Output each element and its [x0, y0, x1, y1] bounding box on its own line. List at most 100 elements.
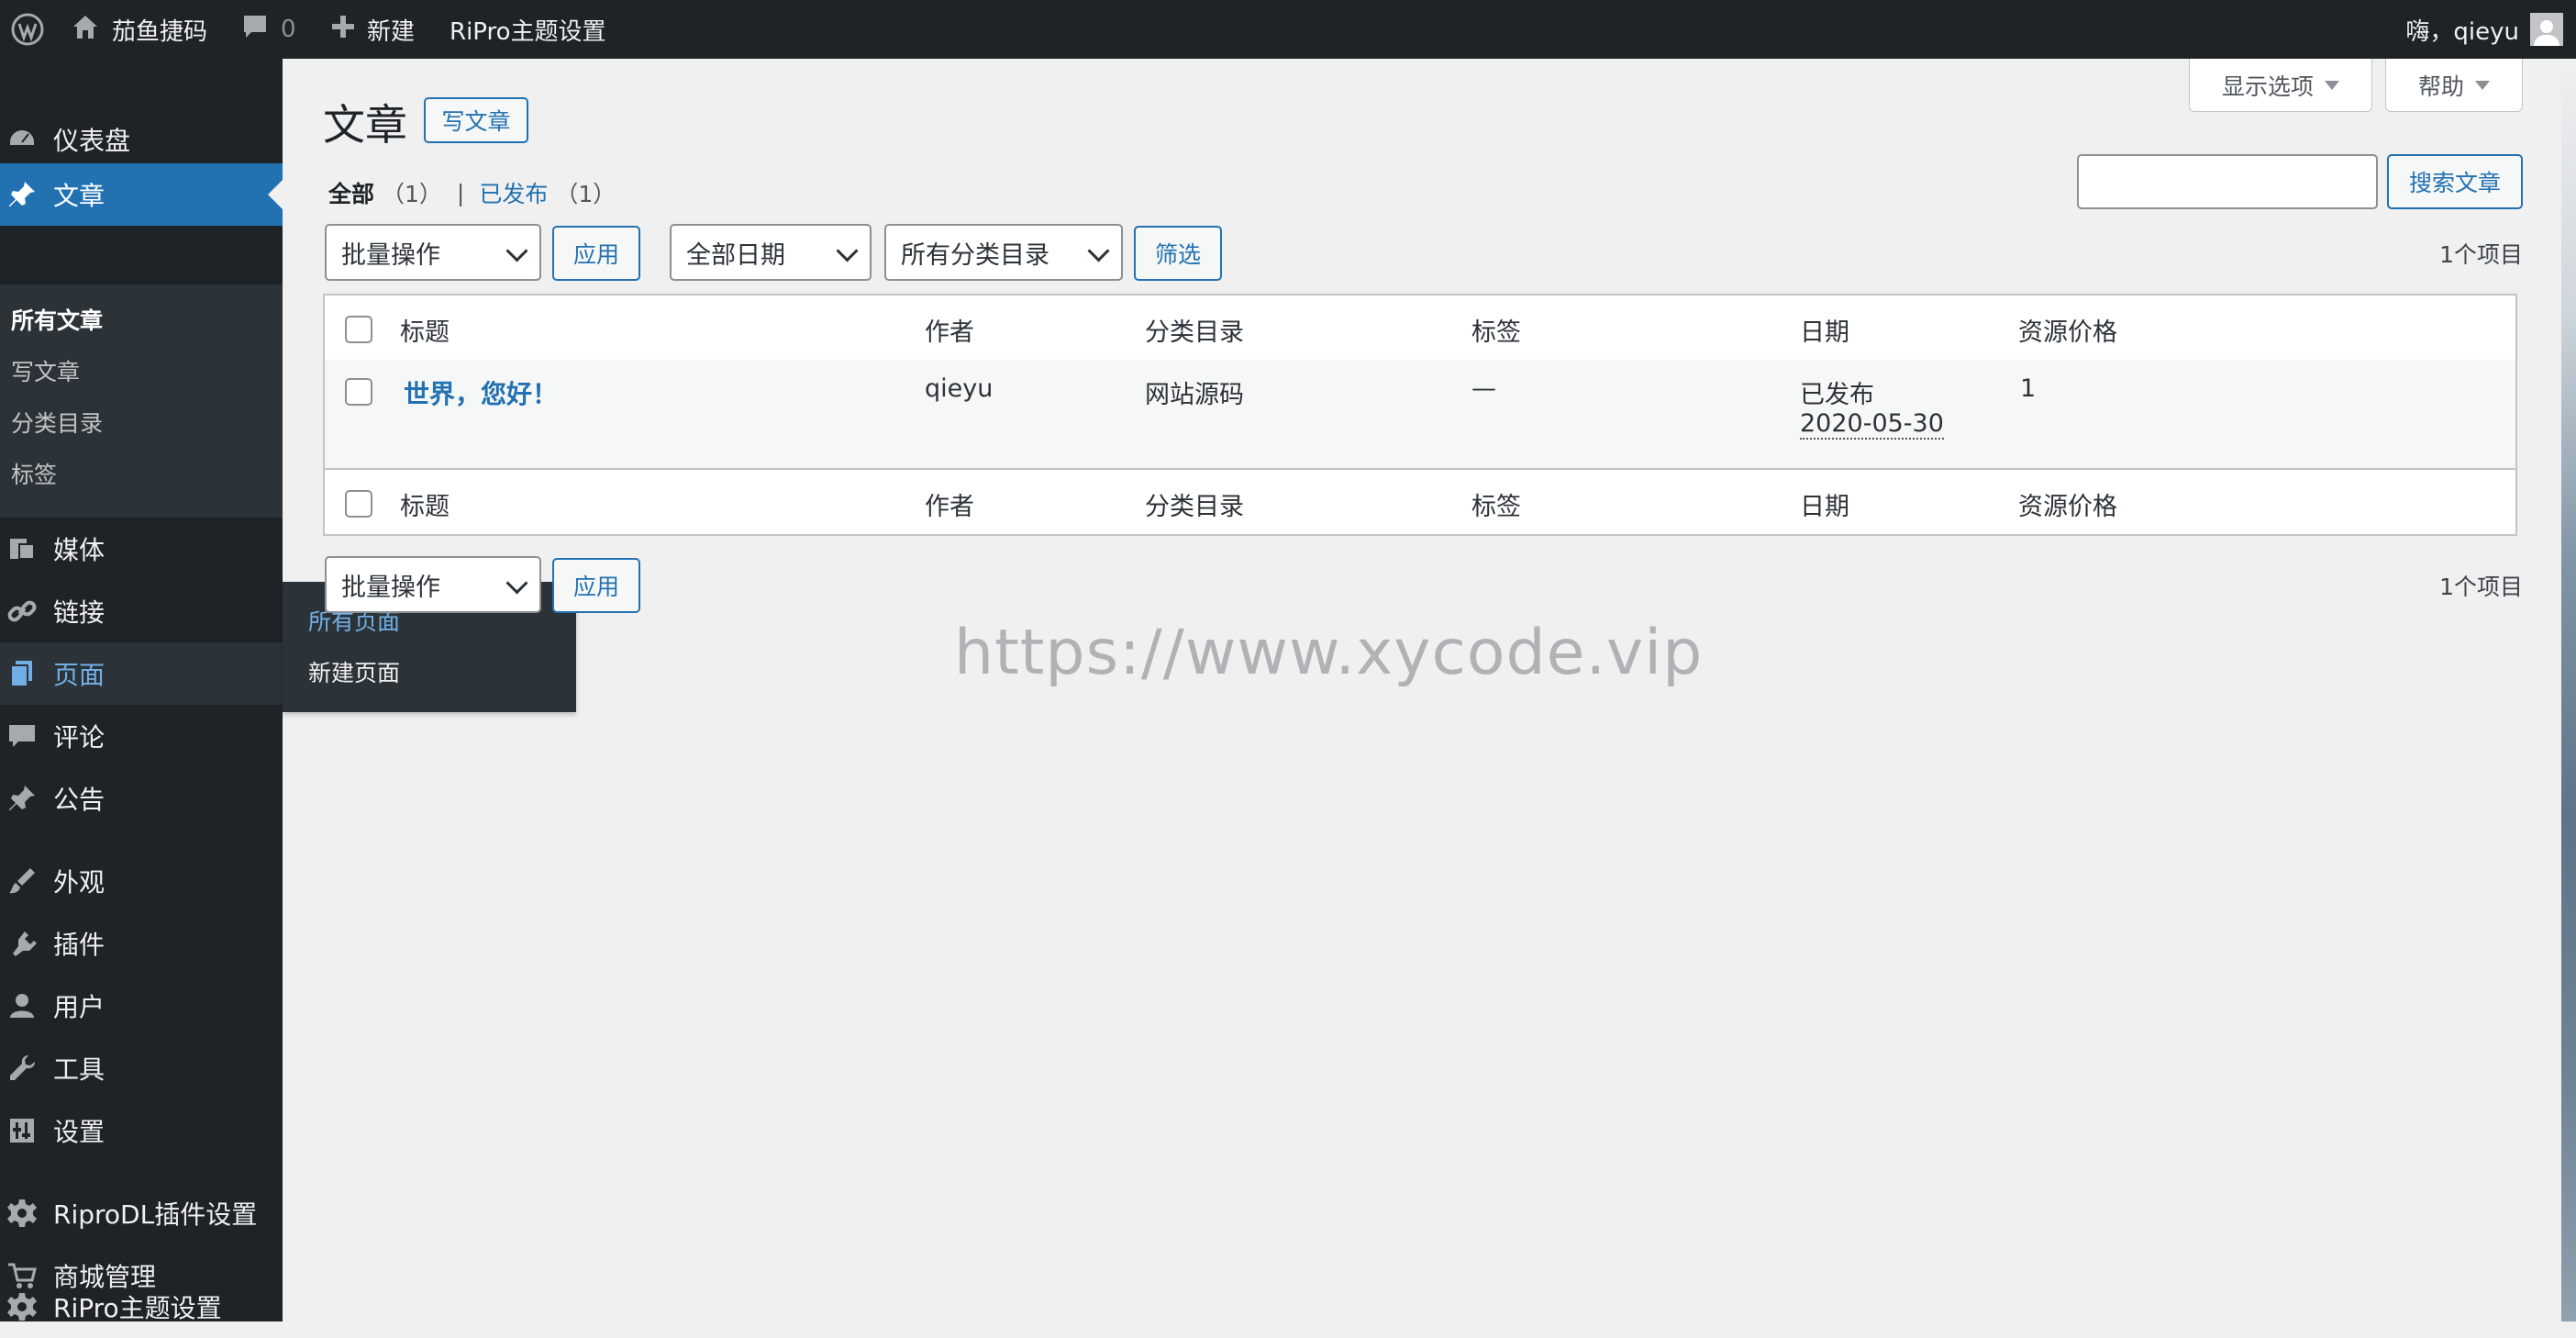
- triangle-down-icon: [2475, 80, 2490, 90]
- sidebar-item-pages[interactable]: 页面: [0, 642, 283, 705]
- brush-icon: [0, 865, 46, 897]
- sidebar-item-label: 工具: [53, 1054, 105, 1085]
- sidebar-item-label: 公告: [53, 785, 105, 815]
- greeting: 嗨，qieyu: [2405, 17, 2519, 46]
- chevron-down-icon: [1087, 240, 1110, 262]
- date-filter-value: 全部日期: [686, 240, 785, 270]
- sidebar-item-label: RiproDL插件设置: [53, 1199, 258, 1230]
- desktop-background-edge: [2561, 59, 2576, 1321]
- sidebar-item-label: 媒体: [53, 535, 105, 565]
- avatar-body-icon: [2534, 35, 2559, 46]
- comments-link[interactable]: 0: [240, 0, 296, 59]
- add-new-post-button[interactable]: 写文章: [424, 97, 528, 143]
- submenu-write-post[interactable]: 写文章: [11, 354, 80, 387]
- filter-all[interactable]: 全部: [328, 176, 374, 209]
- my-account-link[interactable]: 嗨，qieyu: [2405, 0, 2563, 59]
- sidebar-item-plugins[interactable]: 插件: [0, 912, 283, 975]
- admin-sidebar: 仪表盘 文章 所有文章 写文章 分类目录 标签 媒体 链接 页面 评论 公告 外…: [0, 59, 283, 1323]
- flyout-arrow-icon: [270, 661, 283, 686]
- column-categories-footer: 分类目录: [1145, 493, 1244, 521]
- post-author-link[interactable]: qieyu: [925, 374, 993, 403]
- sidebar-item-dashboard[interactable]: 仪表盘: [0, 108, 283, 171]
- sidebar-item-appearance[interactable]: 外观: [0, 850, 283, 912]
- column-tags: 标签: [1471, 318, 1521, 347]
- column-title[interactable]: 标题: [400, 312, 450, 348]
- post-category-link[interactable]: 网站源码: [1145, 374, 1244, 410]
- media-icon: [0, 533, 46, 564]
- select-all-checkbox[interactable]: [345, 316, 372, 343]
- submenu-tags[interactable]: 标签: [11, 457, 57, 490]
- bottom-apply-button[interactable]: 应用: [552, 558, 640, 613]
- avatar-head-icon: [2540, 20, 2553, 33]
- screen-options-label: 显示选项: [2221, 72, 2314, 100]
- column-date[interactable]: 日期: [1800, 312, 1849, 348]
- sidebar-item-media[interactable]: 媒体: [0, 518, 283, 580]
- posts-submenu: 所有文章 写文章 分类目录 标签: [0, 284, 283, 518]
- filter-all-count: （1）: [382, 181, 442, 207]
- watermark: https://www.xycode.vip: [954, 617, 1704, 689]
- sidebar-item-tools[interactable]: 工具: [0, 1037, 283, 1099]
- select-all-checkbox-footer[interactable]: [345, 490, 372, 518]
- sidebar-item-riprodl-settings[interactable]: RiproDL插件设置: [0, 1182, 283, 1244]
- site-name: 茄鱼捷码: [112, 17, 208, 46]
- column-price-footer: 资源价格: [2018, 493, 2117, 521]
- flyout-new-page[interactable]: 新建页面: [308, 655, 400, 688]
- home-icon: [70, 11, 101, 49]
- table-footer-row: 标题 作者 分类目录 标签 日期 资源价格: [325, 470, 2515, 534]
- table-header-row: 标题 作者 分类目录 标签 日期 资源价格: [325, 295, 2515, 362]
- pin-icon: [0, 179, 46, 210]
- column-price: 资源价格: [2018, 318, 2117, 347]
- new-content-link[interactable]: 新建: [330, 0, 415, 59]
- column-categories: 分类目录: [1145, 318, 1244, 347]
- posts-table: 标题 作者 分类目录 标签 日期 资源价格 世界，您好！ qieyu 网站源码 …: [323, 294, 2517, 536]
- help-label: 帮助: [2417, 72, 2464, 100]
- submenu-categories[interactable]: 分类目录: [11, 406, 103, 439]
- sidebar-item-ripro-theme-settings[interactable]: RiPro主题设置: [0, 1293, 283, 1323]
- sidebar-item-settings[interactable]: 设置: [0, 1099, 283, 1162]
- sidebar-item-users[interactable]: 用户: [0, 975, 283, 1037]
- column-tags-footer: 标签: [1471, 493, 1521, 521]
- table-row: 世界，您好！ qieyu 网站源码 — 已发布 2020-05-30 1: [325, 360, 2515, 470]
- column-author: 作者: [925, 318, 974, 347]
- new-label: 新建: [367, 17, 416, 46]
- column-title-footer[interactable]: 标题: [400, 486, 450, 522]
- sidebar-item-label: 外观: [53, 867, 105, 898]
- column-date-footer[interactable]: 日期: [1800, 486, 1849, 522]
- post-status: 已发布: [1800, 381, 1874, 409]
- bottom-bulk-action-select[interactable]: 批量操作: [325, 556, 541, 613]
- sidebar-item-label: 页面: [53, 660, 105, 690]
- sidebar-item-links[interactable]: 链接: [0, 580, 283, 642]
- submenu-all-posts[interactable]: 所有文章: [11, 303, 103, 336]
- sidebar-item-label: 文章: [53, 181, 105, 211]
- site-name-link[interactable]: 茄鱼捷码: [70, 0, 207, 59]
- chevron-down-icon: [505, 572, 528, 595]
- filter-button[interactable]: 筛选: [1134, 226, 1222, 281]
- sidebar-item-announcements[interactable]: 公告: [0, 767, 283, 830]
- date-filter-select[interactable]: 全部日期: [670, 224, 872, 281]
- sidebar-item-label: 插件: [53, 930, 105, 960]
- chevron-down-icon: [836, 240, 859, 262]
- search-posts-button[interactable]: 搜索文章: [2387, 154, 2523, 209]
- gear-icon: [0, 1198, 46, 1229]
- help-button[interactable]: 帮助: [2385, 59, 2523, 112]
- comment-bubble-icon: [240, 12, 270, 48]
- post-title-link[interactable]: 世界，您好！: [404, 374, 558, 411]
- wordpress-logo-icon[interactable]: [6, 0, 50, 59]
- post-search-input[interactable]: [2077, 154, 2378, 209]
- apply-button[interactable]: 应用: [552, 226, 640, 281]
- ripro-theme-settings-link[interactable]: RiPro主题设置: [450, 0, 606, 59]
- row-checkbox[interactable]: [345, 378, 372, 406]
- category-filter-value: 所有分类目录: [901, 240, 1049, 270]
- admin-bar: 茄鱼捷码 0 新建 RiPro主题设置 嗨，qieyu: [0, 0, 2576, 59]
- sidebar-item-label: RiPro主题设置: [53, 1293, 222, 1323]
- screen-options-button[interactable]: 显示选项: [2189, 59, 2372, 112]
- bulk-action-select[interactable]: 批量操作: [325, 224, 541, 281]
- dashboard-icon: [0, 124, 46, 155]
- sidebar-item-comments[interactable]: 评论: [0, 705, 283, 767]
- category-filter-select[interactable]: 所有分类目录: [884, 224, 1123, 281]
- link-icon: [0, 596, 46, 627]
- filter-published[interactable]: 已发布: [479, 176, 548, 209]
- page-title: 文章: [323, 100, 407, 150]
- sidebar-item-label: 设置: [53, 1117, 105, 1147]
- sidebar-item-posts[interactable]: 文章: [0, 163, 283, 226]
